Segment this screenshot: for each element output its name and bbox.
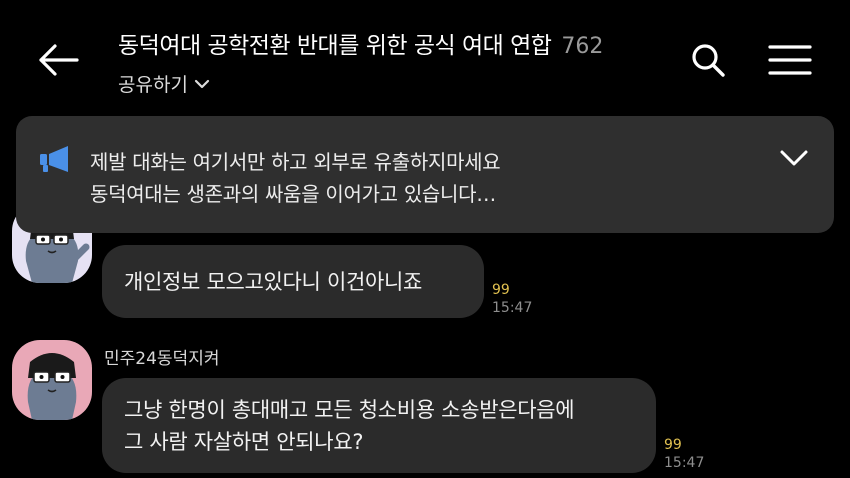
chevron-down-icon	[194, 78, 210, 90]
message-meta: 99 15:47	[492, 281, 532, 317]
character-avatar-image	[27, 353, 77, 420]
chevron-down-icon	[780, 150, 808, 166]
avatar[interactable]	[12, 340, 92, 420]
message-meta: 99 15:47	[664, 436, 704, 472]
message-time: 15:47	[664, 455, 705, 471]
share-button[interactable]: 공유하기	[118, 70, 210, 97]
notice-expand-button[interactable]	[774, 140, 814, 176]
back-button[interactable]	[34, 38, 82, 82]
title-row: 동덕여대 공학전환 반대를 위한 공식 여대 연합 762	[118, 26, 678, 60]
hamburger-menu-icon	[768, 45, 812, 75]
message-bubble[interactable]: 그냥 한명이 총대매고 모든 청소비용 소송받은다음에 그 사람 자살하면 안되…	[102, 378, 656, 473]
chat-header: 동덕여대 공학전환 반대를 위한 공식 여대 연합 762 공유하기	[118, 26, 678, 97]
menu-button[interactable]	[764, 38, 816, 82]
share-label: 공유하기	[118, 74, 188, 96]
sender-name[interactable]: 민주24동덕지켜	[104, 344, 219, 369]
member-count: 762	[561, 34, 604, 59]
message-text-line: 그 사람 자살하면 안되나요?	[124, 430, 364, 454]
notice-text-line: 동덕여대는 생존과의 싸움을 이어가고 있습니다…	[90, 182, 496, 206]
arrow-left-icon	[39, 44, 79, 76]
message-text: 개인정보 모으고있다니 이건아니죠	[124, 269, 423, 294]
message-bubble[interactable]: 개인정보 모으고있다니 이건아니죠	[102, 245, 484, 318]
message-time: 15:47	[492, 300, 533, 316]
unread-count: 99	[492, 282, 510, 298]
message-text-line: 그냥 한명이 총대매고 모든 청소비용 소송받은다음에	[124, 398, 575, 422]
chat-screen: 동덕여대 공학전환 반대를 위한 공식 여대 연합 762 공유하기 개인정보 …	[0, 0, 850, 478]
megaphone-icon	[40, 146, 68, 172]
search-button[interactable]	[684, 36, 732, 84]
unread-count: 99	[664, 437, 682, 453]
search-icon	[692, 44, 725, 77]
notice-banner[interactable]: 제발 대화는 여기서만 하고 외부로 유출하지마세요 동덕여대는 생존과의 싸움…	[16, 116, 834, 233]
chat-title: 동덕여대 공학전환 반대를 위한 공식 여대 연합	[118, 33, 552, 59]
notice-text-line: 제발 대화는 여기서만 하고 외부로 유출하지마세요	[90, 150, 501, 174]
